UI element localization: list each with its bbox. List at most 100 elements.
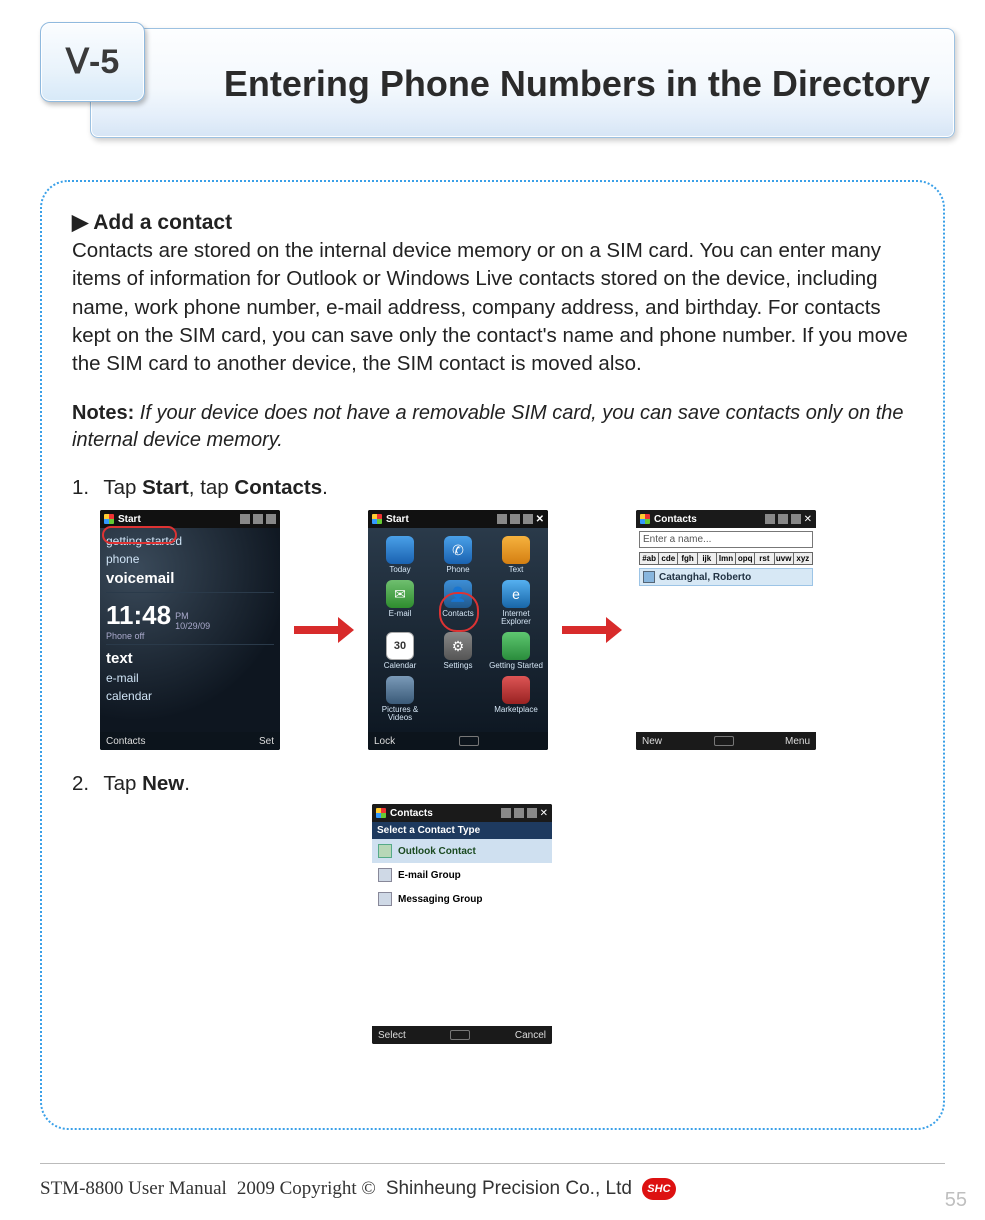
softkey-left: Contacts (106, 736, 145, 747)
keyboard-icon (450, 1030, 470, 1040)
step-text: Tap (103, 772, 142, 795)
section-heading: ▶ Add a contact (72, 210, 913, 235)
email-icon: ✉ (386, 580, 414, 608)
softkey-right: Set (259, 736, 274, 747)
step-text: . (184, 772, 190, 795)
app-empty (430, 674, 486, 724)
screenshot-today: Start getting started phone voicemail 11… (100, 510, 280, 750)
battery-icon (523, 514, 533, 524)
clock-ampm: PM (175, 611, 189, 621)
phone-status-bar: Contacts ✕ (372, 804, 552, 822)
app-today: Today (372, 534, 428, 576)
battery-icon (527, 808, 537, 818)
app-label: Today (389, 566, 410, 574)
contact-avatar-icon (643, 571, 655, 583)
phone-softkeys: Lock (368, 732, 548, 750)
volume-icon (253, 514, 263, 524)
email-group-icon (378, 868, 392, 882)
contact-list: Catanghal, Roberto (639, 568, 813, 586)
step-text: Tap (103, 476, 142, 499)
today-icon (386, 536, 414, 564)
alpha-tab: #ab (639, 552, 659, 565)
type-label: Outlook Contact (398, 846, 476, 857)
type-messaging-group: Messaging Group (372, 887, 552, 911)
step-2: 2. Tap New. (72, 772, 913, 796)
step-text: , tap (189, 476, 235, 499)
status-title: Start (118, 514, 141, 525)
chapter-badge: Ⅴ-5 (40, 22, 145, 102)
app-label: Internet Explorer (488, 610, 544, 626)
list-item: calendar (106, 687, 274, 705)
volume-icon (514, 808, 524, 818)
phone-body: Today ✆Phone Text ✉E-mail 👤Contacts eInt… (368, 528, 548, 732)
softkey-left: New (642, 736, 662, 747)
windows-icon (376, 808, 386, 818)
close-icon: ✕ (540, 808, 548, 819)
ie-icon: e (502, 580, 530, 608)
text-icon (502, 536, 530, 564)
clock-date: 10/29/09 (175, 621, 210, 631)
screenshot-contact-type: Contacts ✕ Select a Contact Type Outlook… (372, 804, 552, 1044)
contact-name: Catanghal, Roberto (659, 572, 751, 583)
section-heading-text: Add a contact (93, 211, 232, 234)
copyright: 2009 Copyright © (237, 1178, 376, 1200)
app-label: Phone (446, 566, 469, 574)
alpha-tab: ijk (698, 552, 717, 565)
page-number: 55 (945, 1189, 967, 1212)
settings-icon: ⚙ (444, 632, 472, 660)
volume-icon (778, 514, 788, 524)
alpha-tab: rst (755, 552, 774, 565)
manual-name: STM-8800 User Manual (40, 1178, 227, 1200)
getting-started-icon (502, 632, 530, 660)
highlight-ring (102, 526, 177, 544)
alpha-tab: opq (736, 552, 755, 565)
alpha-tab: lmn (717, 552, 736, 565)
screenshot-row-1: Start getting started phone voicemail 11… (100, 510, 913, 750)
messaging-group-icon (378, 892, 392, 906)
footer: STM-8800 User Manual 2009 Copyright © Sh… (40, 1178, 945, 1200)
battery-icon (266, 514, 276, 524)
alpha-tab: uvw (775, 552, 794, 565)
search-input: Enter a name... (639, 531, 813, 548)
alpha-tab: fgh (678, 552, 697, 565)
document-page: Ⅴ-5 Entering Phone Numbers in the Direct… (0, 0, 985, 1220)
alpha-tab: cde (659, 552, 678, 565)
chapter-number: Ⅴ-5 (66, 42, 120, 82)
arrow-right-icon (562, 615, 622, 645)
notes-line: Notes: If your device does not have a re… (72, 400, 913, 454)
arrow-right-icon (294, 615, 354, 645)
panel-header: Select a Contact Type (372, 822, 552, 839)
screenshot-row-2: Contacts ✕ Select a Contact Type Outlook… (372, 804, 913, 1044)
footer-divider (40, 1163, 945, 1164)
app-label: Marketplace (494, 706, 538, 714)
app-label: Settings (444, 662, 473, 670)
app-pictures: Pictures & Videos (372, 674, 428, 724)
softkey-right: Menu (785, 736, 810, 747)
step-number: 2. (72, 772, 98, 796)
softkey-left: Lock (374, 736, 395, 747)
app-text: Text (488, 534, 544, 576)
phone-softkeys: Contacts Set (100, 732, 280, 750)
list-item: text (106, 648, 274, 669)
app-marketplace: Marketplace (488, 674, 544, 724)
list-item: e-mail (106, 669, 274, 687)
app-label: Text (509, 566, 524, 574)
volume-icon (510, 514, 520, 524)
app-calendar: 30Calendar (372, 630, 428, 672)
app-phone: ✆Phone (430, 534, 486, 576)
softkey-right: Cancel (515, 1030, 546, 1041)
signal-icon (497, 514, 507, 524)
app-label: E-mail (389, 610, 412, 618)
header: Ⅴ-5 Entering Phone Numbers in the Direct… (40, 28, 945, 138)
notes-label: Notes: (72, 402, 134, 424)
phone-body: getting started phone voicemail 11:48 PM… (100, 528, 280, 732)
alpha-tab: xyz (794, 552, 813, 565)
step-1: 1. Tap Start, tap Contacts. (72, 476, 913, 500)
contact-item: Catanghal, Roberto (639, 568, 813, 586)
close-icon: ✕ (536, 514, 544, 525)
phone-body: Select a Contact Type Outlook Contact E-… (372, 822, 552, 1026)
app-label: Pictures & Videos (372, 706, 428, 722)
status-title: Start (386, 514, 409, 525)
content-box: ▶ Add a contact Contacts are stored on t… (40, 180, 945, 1130)
app-label: Calendar (384, 662, 416, 670)
